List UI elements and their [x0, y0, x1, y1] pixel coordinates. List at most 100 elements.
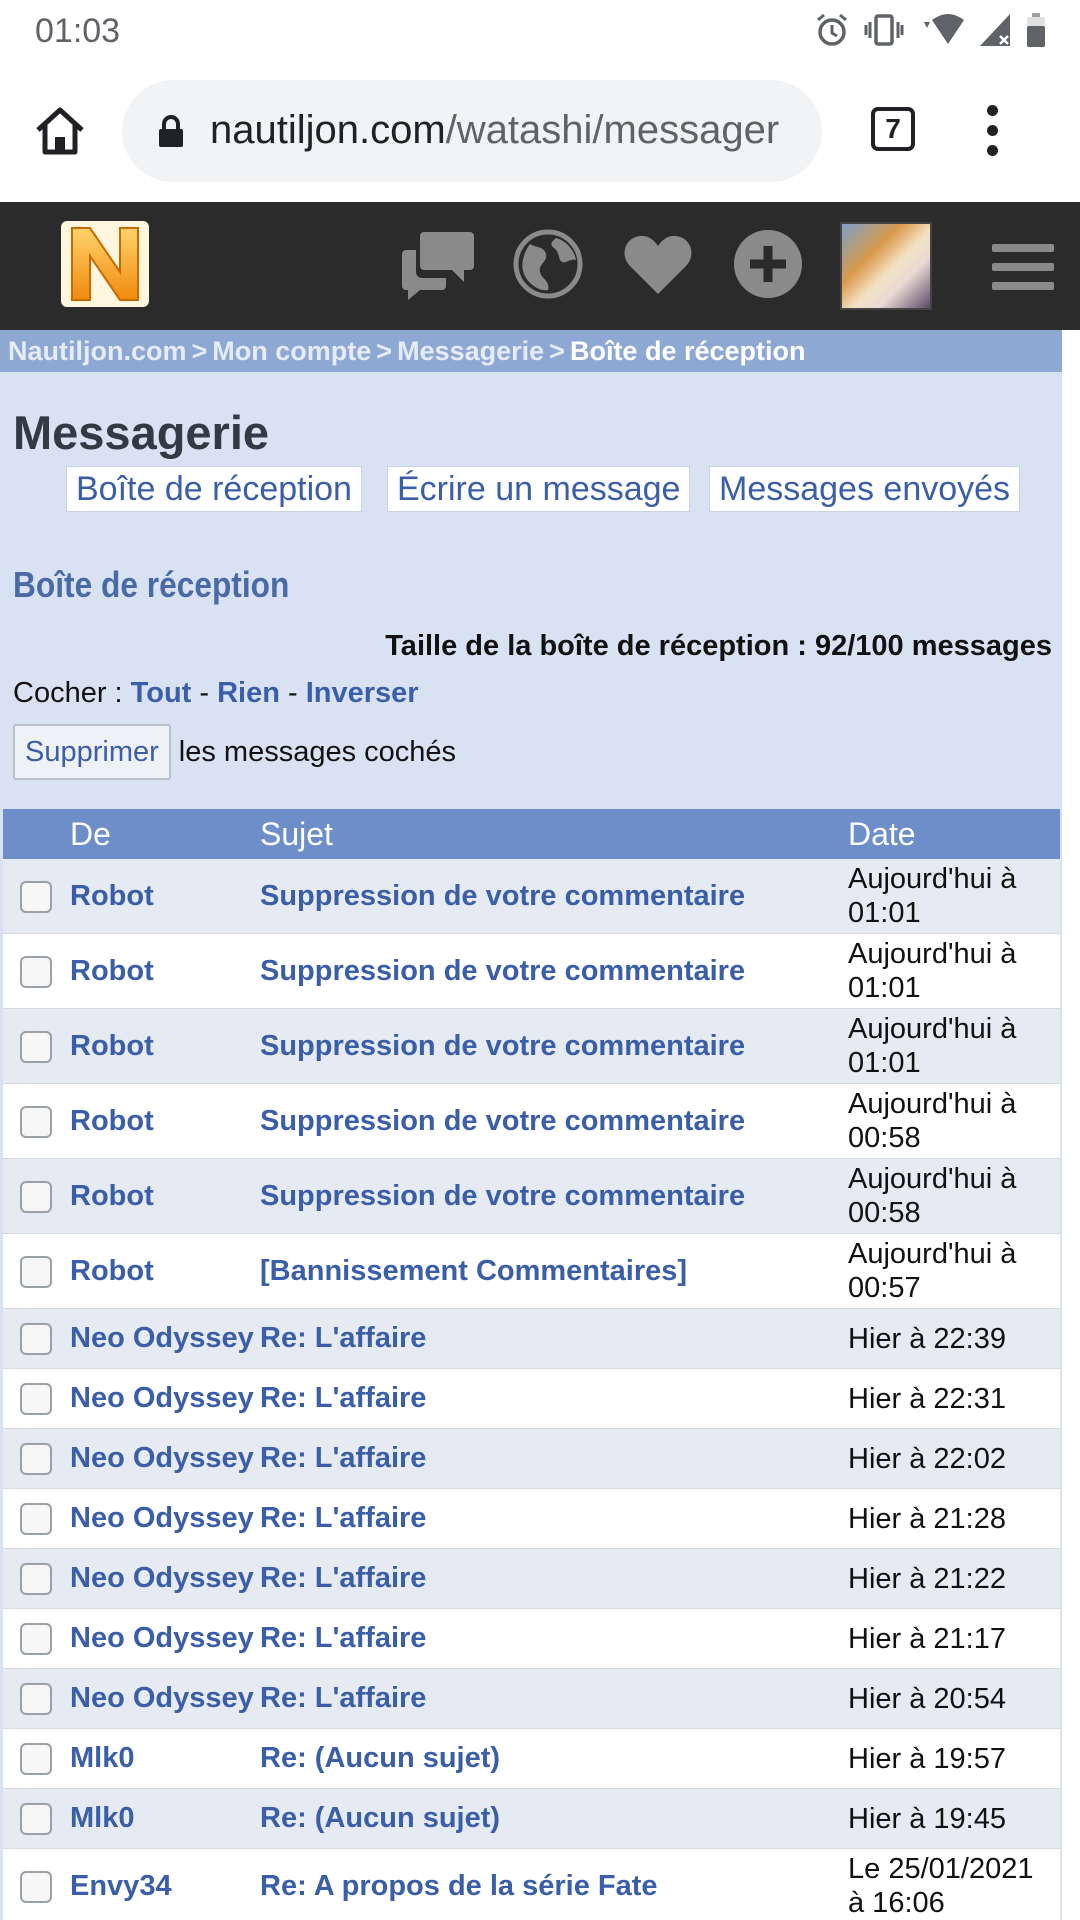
- row-checkbox[interactable]: [20, 1623, 52, 1655]
- subject-link[interactable]: Suppression de votre commentaire: [260, 1105, 745, 1138]
- check-invert-link[interactable]: Inverser: [306, 677, 419, 709]
- table-row[interactable]: Neo Odyssey Re: L'affaire Hier à 21:17: [3, 1609, 1060, 1669]
- sender-link[interactable]: Neo Odyssey: [70, 1382, 254, 1415]
- subject-link[interactable]: Suppression de votre commentaire: [260, 955, 745, 988]
- heart-icon[interactable]: [618, 224, 698, 304]
- sender-link[interactable]: Neo Odyssey: [70, 1682, 254, 1715]
- subject-link[interactable]: Re: (Aucun sujet): [260, 1802, 500, 1835]
- site-header: N: [0, 202, 1080, 330]
- main-content: Messagerie Boîte de réception Écrire un …: [0, 372, 1062, 1920]
- breadcrumb-item[interactable]: Mon compte: [212, 336, 371, 366]
- sender-link[interactable]: Robot: [70, 1180, 154, 1213]
- row-checkbox[interactable]: [20, 1383, 52, 1415]
- row-checkbox[interactable]: [20, 1443, 52, 1475]
- table-body: Robot Suppression de votre commentaire Auj…: [3, 859, 1060, 1920]
- subject-link[interactable]: Re: L'affaire: [260, 1562, 426, 1595]
- tab-switcher-button[interactable]: 7: [871, 107, 915, 151]
- table-row[interactable]: Robot Suppression de votre commentaire Auj…: [3, 1009, 1060, 1084]
- row-checkbox[interactable]: [20, 1683, 52, 1715]
- subject-link[interactable]: Re: L'affaire: [260, 1502, 426, 1535]
- plus-icon[interactable]: [728, 224, 808, 304]
- globe-icon[interactable]: [508, 224, 588, 304]
- breadcrumb-separator: >: [376, 336, 393, 366]
- subject-link[interactable]: Re: L'affaire: [260, 1442, 426, 1475]
- home-button[interactable]: [30, 100, 90, 160]
- row-checkbox[interactable]: [20, 1030, 52, 1063]
- message-date: Aujourd'hui à 00:58: [848, 1163, 1017, 1229]
- table-row[interactable]: Robot Suppression de votre commentaire Auj…: [3, 934, 1060, 1009]
- row-checkbox[interactable]: [20, 1803, 52, 1835]
- subject-link[interactable]: Re: L'affaire: [260, 1682, 426, 1715]
- breadcrumb-item[interactable]: Messagerie: [397, 336, 544, 366]
- table-row[interactable]: Neo Odyssey Re: L'affaire Hier à 21:28: [3, 1489, 1060, 1549]
- subject-link[interactable]: Re: L'affaire: [260, 1622, 426, 1655]
- subject-link[interactable]: [Bannissement Commentaires]: [260, 1255, 687, 1288]
- subject-link[interactable]: Suppression de votre commentaire: [260, 1180, 745, 1213]
- sender-link[interactable]: Neo Odyssey: [70, 1562, 254, 1595]
- sender-link[interactable]: Neo Odyssey: [70, 1502, 254, 1535]
- sender-link[interactable]: Robot: [70, 1105, 154, 1138]
- row-checkbox[interactable]: [20, 1743, 52, 1775]
- column-header-subject[interactable]: Sujet: [260, 816, 333, 853]
- sender-link[interactable]: Neo Odyssey: [70, 1622, 254, 1655]
- row-checkbox[interactable]: [20, 1255, 52, 1288]
- table-row[interactable]: Envy34 Re: A propos de la série Fate Le 25…: [3, 1849, 1060, 1920]
- table-row[interactable]: Robot Suppression de votre commentaire Auj…: [3, 1084, 1060, 1159]
- menu-icon[interactable]: [992, 244, 1054, 290]
- inbox-tab[interactable]: Boîte de réception: [66, 466, 362, 512]
- status-time: 01:03: [35, 12, 121, 50]
- sent-messages-tab[interactable]: Messages envoyés: [709, 466, 1021, 512]
- row-checkbox[interactable]: [20, 1180, 52, 1213]
- site-logo[interactable]: N: [60, 220, 150, 308]
- subject-link[interactable]: Re: (Aucun sujet): [260, 1742, 500, 1775]
- table-row[interactable]: Robot [Bannissement Commentaires] Aujourd'…: [3, 1234, 1060, 1309]
- sender-link[interactable]: Robot: [70, 955, 154, 988]
- sender-link[interactable]: Mlk0: [70, 1802, 134, 1835]
- table-row[interactable]: Robot Suppression de votre commentaire Auj…: [3, 1159, 1060, 1234]
- row-checkbox[interactable]: [20, 1105, 52, 1138]
- sender-link[interactable]: Neo Odyssey: [70, 1322, 254, 1355]
- sender-link[interactable]: Envy34: [70, 1870, 172, 1903]
- table-row[interactable]: Neo Odyssey Re: L'affaire Hier à 20:54: [3, 1669, 1060, 1729]
- row-checkbox[interactable]: [20, 1563, 52, 1595]
- alarm-icon: [814, 12, 850, 53]
- write-message-tab[interactable]: Écrire un message: [387, 466, 691, 512]
- delete-button[interactable]: Supprimer: [13, 724, 171, 780]
- table-row[interactable]: Neo Odyssey Re: L'affaire Hier à 22:39: [3, 1309, 1060, 1369]
- row-checkbox[interactable]: [20, 1323, 52, 1355]
- sender-link[interactable]: Robot: [70, 880, 154, 913]
- table-row[interactable]: Robot Suppression de votre commentaire Auj…: [3, 859, 1060, 934]
- sender-link[interactable]: Mlk0: [70, 1742, 134, 1775]
- table-row[interactable]: Mlk0 Re: (Aucun sujet) Hier à 19:45: [3, 1789, 1060, 1849]
- table-row[interactable]: Neo Odyssey Re: L'affaire Hier à 21:22: [3, 1549, 1060, 1609]
- forum-icon[interactable]: [398, 224, 478, 304]
- row-checkbox[interactable]: [20, 1503, 52, 1535]
- row-checkbox[interactable]: [20, 955, 52, 988]
- avatar[interactable]: [840, 222, 932, 310]
- column-header-from[interactable]: De: [70, 816, 111, 853]
- address-bar[interactable]: nautiljon.com/watashi/messager: [122, 80, 822, 182]
- sender-link[interactable]: Neo Odyssey: [70, 1442, 254, 1475]
- row-checkbox[interactable]: [20, 1870, 52, 1903]
- check-none-link[interactable]: Rien: [217, 677, 280, 709]
- table-row[interactable]: Neo Odyssey Re: L'affaire Hier à 22:02: [3, 1429, 1060, 1489]
- battery-icon: [1026, 12, 1046, 53]
- vibrate-icon: [864, 12, 904, 53]
- column-header-date[interactable]: Date: [848, 816, 916, 853]
- subject-link[interactable]: Re: A propos de la série Fate: [260, 1870, 658, 1903]
- subject-link[interactable]: Suppression de votre commentaire: [260, 1030, 745, 1063]
- message-date: Le 25/01/2021 à 16:06: [848, 1853, 1034, 1919]
- subject-link[interactable]: Re: L'affaire: [260, 1382, 426, 1415]
- wifi-icon: [918, 12, 964, 53]
- table-row[interactable]: Neo Odyssey Re: L'affaire Hier à 22:31: [3, 1369, 1060, 1429]
- subject-link[interactable]: Suppression de votre commentaire: [260, 880, 745, 913]
- sender-link[interactable]: Robot: [70, 1255, 154, 1288]
- check-all-link[interactable]: Tout: [131, 677, 192, 709]
- row-checkbox[interactable]: [20, 880, 52, 913]
- inbox-quota: Taille de la boîte de réception : 92/100…: [385, 630, 1052, 662]
- browser-menu-button[interactable]: [982, 102, 1002, 162]
- breadcrumb-item[interactable]: Nautiljon.com: [8, 336, 187, 366]
- sender-link[interactable]: Robot: [70, 1030, 154, 1063]
- subject-link[interactable]: Re: L'affaire: [260, 1322, 426, 1355]
- table-row[interactable]: Mlk0 Re: (Aucun sujet) Hier à 19:57: [3, 1729, 1060, 1789]
